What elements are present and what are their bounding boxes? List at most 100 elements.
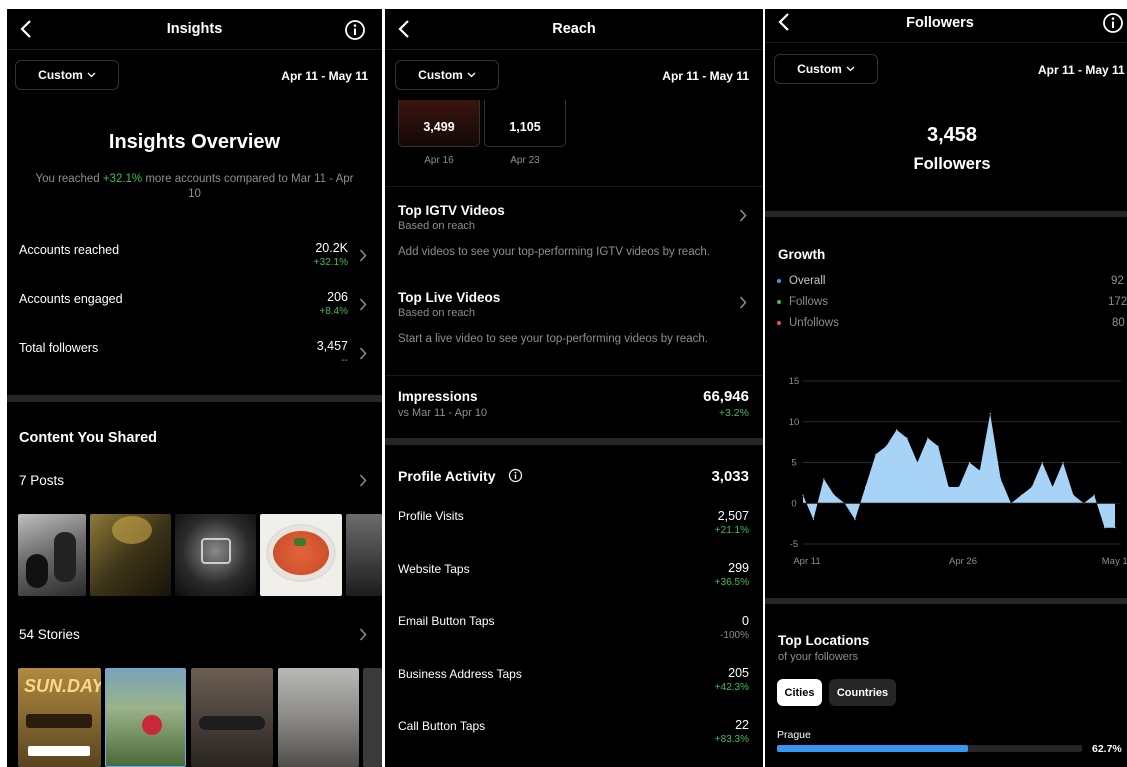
y-tick-label: 15: [789, 376, 800, 387]
data-point: [958, 486, 960, 488]
legend-dot: [777, 321, 781, 325]
growth-title: Growth: [778, 247, 826, 262]
data-point: [927, 437, 929, 439]
dropdown-label: Custom: [418, 68, 463, 82]
data-point: [854, 519, 856, 521]
y-tick-label: 0: [791, 498, 796, 509]
story-thumbnail[interactable]: [191, 668, 273, 767]
metric-value: 206: [327, 290, 348, 304]
page-title: Insights: [166, 21, 223, 37]
legend-label: Unfollows: [789, 317, 839, 329]
story-text: SUN.DAY: [24, 676, 101, 696]
week-value: 3,499: [423, 120, 455, 134]
growth-area: [803, 413, 1115, 528]
date-range: Apr 11 - May 11: [662, 69, 749, 83]
data-point: [968, 461, 970, 464]
data-point: [948, 486, 950, 488]
activity-value: 0: [742, 614, 749, 628]
section-title: Content You Shared: [19, 430, 158, 446]
insights-header: Insights: [7, 9, 382, 49]
data-point: [916, 461, 918, 464]
metric-label: Total followers: [19, 341, 99, 355]
week-value: 1,105: [509, 120, 541, 134]
info-icon[interactable]: [1102, 12, 1124, 34]
activity-change: +83.3%: [714, 734, 749, 745]
metric-label: Accounts reached: [19, 243, 120, 257]
dropdown-label: Custom: [38, 68, 83, 82]
week-card[interactable]: 3,499: [398, 100, 480, 147]
data-point: [802, 494, 804, 496]
city-percent: 62.7%: [1092, 743, 1122, 755]
top-locations-subtitle: of your followers: [778, 651, 859, 663]
city-bar-fill: [777, 745, 969, 752]
post-thumbnail[interactable]: [346, 514, 382, 596]
data-point: [989, 413, 991, 415]
data-point: [1072, 494, 1074, 496]
y-tick-label: -5: [790, 539, 798, 550]
tab-countries[interactable]: Countries: [829, 679, 896, 706]
post-thumbnail[interactable]: [260, 514, 342, 596]
chevron-right-icon: [739, 296, 747, 309]
story-thumbnail[interactable]: [363, 668, 382, 767]
metric-change: --: [341, 355, 348, 366]
reach-header: Reach: [385, 9, 763, 49]
data-point: [833, 494, 835, 496]
activity-label: Business Address Taps: [398, 667, 522, 681]
legend-value: 172: [1108, 296, 1127, 308]
activity-value: 205: [728, 666, 749, 680]
week-date: Apr 16: [424, 155, 454, 166]
chevron-right-icon: [359, 474, 367, 487]
tab-cities[interactable]: Cities: [777, 679, 822, 706]
chevron-right-icon: [739, 209, 747, 222]
chevron-right-icon: [359, 347, 367, 360]
activity-label: Email Button Taps: [398, 614, 495, 628]
activity-label: Website Taps: [398, 562, 470, 576]
activity-change: +42.3%: [714, 682, 749, 693]
live-title: Top Live Videos: [398, 290, 501, 305]
data-point: [812, 519, 814, 521]
chevron-down-icon: [467, 72, 476, 78]
igtv-title: Top IGTV Videos: [398, 203, 505, 218]
data-point: [875, 453, 877, 455]
data-point: [1104, 527, 1106, 529]
data-point: [1052, 486, 1054, 488]
live-subtitle: Based on reach: [398, 307, 476, 319]
impressions-value: 66,946: [703, 388, 749, 405]
info-icon[interactable]: [508, 468, 523, 483]
story-thumbnail[interactable]: [278, 668, 359, 767]
metric-value: 20.2K: [315, 241, 348, 255]
date-filter-dropdown[interactable]: Custom: [15, 60, 119, 90]
week-card[interactable]: 1,105: [484, 100, 566, 147]
overview-title: Insights Overview: [108, 131, 281, 153]
legend-label: Follows: [789, 296, 828, 308]
reach-panel: Reach Custom Apr 11 - May 11 3,499 1,105…: [385, 9, 763, 767]
data-point: [1062, 461, 1064, 464]
metric-label: Accounts engaged: [19, 292, 123, 306]
data-point: [1093, 494, 1095, 496]
impressions-compare: vs Mar 11 - Apr 10: [398, 407, 488, 419]
follower-count-label: Followers: [913, 155, 991, 173]
follower-count: 3,458: [926, 124, 978, 146]
city-bar-track: [777, 745, 1082, 752]
posts-label: 7 Posts: [19, 473, 65, 488]
y-tick-label: 5: [791, 458, 796, 469]
activity-value: 299: [728, 561, 749, 575]
chevron-down-icon: [846, 66, 855, 72]
post-thumbnail[interactable]: [175, 514, 256, 596]
story-thumbnail[interactable]: [105, 668, 186, 767]
profile-activity-label: Profile Activity: [398, 468, 496, 484]
post-thumbnail[interactable]: [90, 514, 171, 596]
date-filter-dropdown[interactable]: Custom: [774, 54, 878, 84]
info-icon[interactable]: [344, 19, 366, 41]
data-point: [1114, 527, 1116, 529]
activity-value: 22: [735, 718, 749, 732]
metric-change: +8.4%: [319, 306, 348, 317]
activity-label: Profile Visits: [398, 509, 464, 523]
activity-change: +21.1%: [714, 525, 749, 536]
date-filter-dropdown[interactable]: Custom: [395, 60, 499, 90]
dropdown-label: Custom: [797, 62, 842, 76]
post-thumbnail[interactable]: [18, 514, 86, 596]
story-thumbnail[interactable]: SUN.DAY: [18, 668, 101, 767]
data-point: [979, 470, 981, 472]
data-point: [906, 437, 908, 439]
